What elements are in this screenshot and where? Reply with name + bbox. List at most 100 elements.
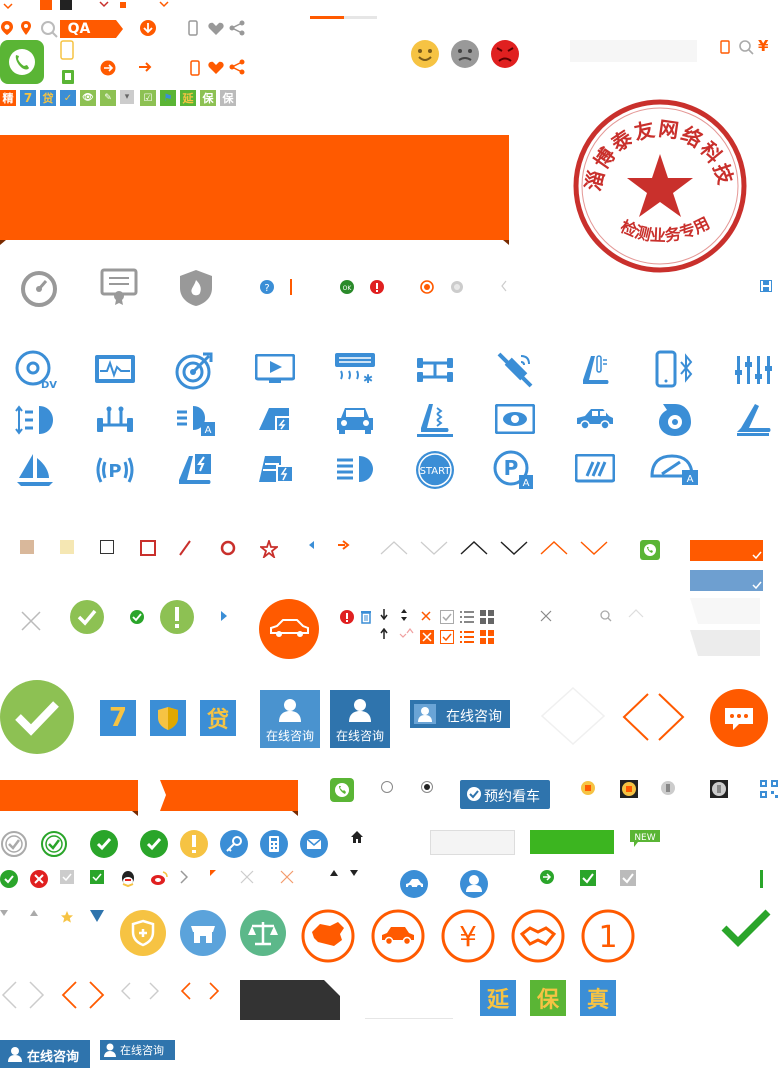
phone-green-square-icon[interactable] (640, 540, 660, 560)
chevron-right-orange-small-icon[interactable] (208, 982, 220, 1000)
sort-arrows-orange-icon[interactable] (398, 628, 414, 640)
checkbox-orange-checked-icon[interactable] (440, 630, 454, 644)
radio-empty-icon[interactable] (380, 780, 394, 794)
close-light-small-icon[interactable] (240, 870, 254, 884)
checkbox-gray-check-icon[interactable] (620, 870, 636, 886)
start-label: START (420, 466, 452, 477)
angry-face-icon[interactable] (490, 39, 520, 69)
close-orange-light-icon[interactable] (280, 870, 294, 884)
close-orange-box-icon[interactable] (420, 630, 434, 644)
chevron-left-light-large-icon[interactable] (0, 980, 18, 1010)
help-circle-icon[interactable]: ? (260, 280, 274, 294)
chevron-left-orange-large-icon[interactable] (620, 692, 650, 742)
qa-badge: QA (60, 20, 98, 38)
banner-fold-left (0, 240, 6, 245)
checkbox-gray-checked-icon[interactable] (440, 610, 454, 624)
close-light-icon[interactable] (20, 610, 42, 632)
search-small-icon[interactable] (600, 610, 612, 622)
chevron-up-orange-icon[interactable] (540, 540, 568, 556)
svg-text:OK: OK (343, 285, 353, 292)
share-orange-icon[interactable] (228, 59, 246, 75)
chevron-left-orange-small-icon[interactable] (180, 982, 192, 1000)
chevron-down-orange-icon[interactable] (580, 540, 608, 556)
arrow-right-circle-icon[interactable] (100, 60, 116, 76)
phone-app-icon[interactable] (0, 40, 44, 84)
outline-square-black[interactable] (100, 540, 114, 554)
chevron-up-light-icon[interactable] (380, 540, 408, 556)
heart-orange-icon[interactable] (208, 61, 224, 75)
checkbox-gray-tiny-icon[interactable] (60, 870, 74, 884)
chevron-down-light-icon[interactable] (420, 540, 448, 556)
neutral-face-icon[interactable] (450, 39, 480, 69)
car-circle-orange-icon[interactable] (259, 599, 319, 659)
arrow-right-green-circle-icon[interactable] (540, 870, 554, 884)
badge-yan-large: 延 (480, 980, 516, 1016)
shield-badge-large (150, 700, 186, 736)
phone-bluetooth-icon (655, 350, 695, 390)
axle-icon (415, 356, 455, 384)
arrow-down-black-icon[interactable] (380, 608, 388, 620)
caret-right-blue-icon[interactable] (220, 610, 228, 622)
radio-gray-icon[interactable] (450, 280, 464, 294)
text-input-light[interactable] (430, 830, 515, 855)
home-icon[interactable] (350, 830, 364, 844)
save-icon[interactable] (760, 280, 772, 292)
chevron-left-light-icon[interactable] (500, 280, 508, 292)
chevron-right-light-large-icon[interactable] (28, 980, 46, 1010)
qr-code-icon[interactable] (760, 780, 778, 798)
grid-gray-icon[interactable] (480, 610, 494, 624)
checkbox-green-tiny-icon[interactable] (90, 870, 104, 884)
check-circle-green-solid-2-icon (140, 830, 168, 858)
chevron-right-orange-medium-icon[interactable] (88, 980, 106, 1010)
radio-selected-orange-icon[interactable] (420, 280, 434, 294)
arrow-right-icon[interactable] (138, 60, 152, 74)
outline-square-red[interactable] (140, 540, 156, 556)
star-outline-icon[interactable] (260, 540, 278, 558)
phone-green-app-small-icon[interactable] (330, 778, 354, 802)
grid-orange-icon[interactable] (480, 630, 494, 644)
chat-bubble-icon[interactable] (709, 688, 769, 748)
chevron-up-dark-icon[interactable] (460, 540, 488, 556)
check-green-tiny-icon (0, 870, 18, 888)
progress-bar (310, 16, 377, 19)
corner-flag-orange-icon (210, 870, 216, 876)
list-gray-icon[interactable] (460, 610, 474, 624)
close-thin-icon[interactable] (540, 610, 552, 622)
chevron-down-dark-icon[interactable] (500, 540, 528, 556)
chevron-right-gray-icon[interactable] (180, 870, 188, 884)
trash-blue-icon[interactable] (360, 608, 372, 624)
search-icon[interactable] (40, 20, 58, 38)
chevron-left-light-small-icon[interactable] (120, 982, 132, 1000)
checkbox-green-check-icon[interactable] (580, 870, 596, 886)
check-circle-green-outline-icon (40, 830, 68, 858)
weibo-icon[interactable] (150, 870, 168, 886)
qq-icon[interactable] (120, 870, 136, 888)
happy-face-icon[interactable] (410, 39, 440, 69)
sort-arrows-icon[interactable] (400, 608, 408, 622)
caret-down-black-icon[interactable] (350, 870, 358, 876)
star-yellow-icon[interactable] (60, 910, 74, 924)
chevron-right-orange-large-icon[interactable] (657, 692, 687, 742)
phone-outline-icon (720, 40, 730, 54)
caret-up-black-icon[interactable] (330, 870, 338, 876)
close-orange-small-icon[interactable] (420, 610, 432, 622)
badge-dropdown-small[interactable]: ▾ (120, 90, 134, 104)
key-circle-icon (220, 830, 248, 858)
ribbon-fold (132, 811, 138, 816)
arrow-right-small-orange-icon[interactable] (338, 540, 350, 550)
caret-left-blue-icon[interactable] (308, 540, 316, 550)
error-red-tiny-icon (30, 870, 48, 888)
list-orange-icon[interactable] (460, 630, 474, 644)
flag-check-blue-icon (752, 580, 762, 590)
download-circle-icon[interactable] (139, 19, 157, 37)
share-gray-icon[interactable] (228, 20, 246, 36)
mail-circle-icon[interactable] (300, 830, 328, 858)
heart-gray-icon[interactable] (208, 22, 224, 36)
arrow-up-black-icon[interactable] (380, 628, 388, 640)
green-button[interactable] (530, 830, 614, 854)
radio-filled-icon[interactable] (420, 780, 434, 794)
chevron-left-orange-medium-icon[interactable] (60, 980, 78, 1010)
search-gray-icon[interactable] (738, 39, 754, 55)
chevron-right-light-small-icon[interactable] (148, 982, 160, 1000)
chevron-up-faint-icon[interactable] (628, 608, 644, 618)
